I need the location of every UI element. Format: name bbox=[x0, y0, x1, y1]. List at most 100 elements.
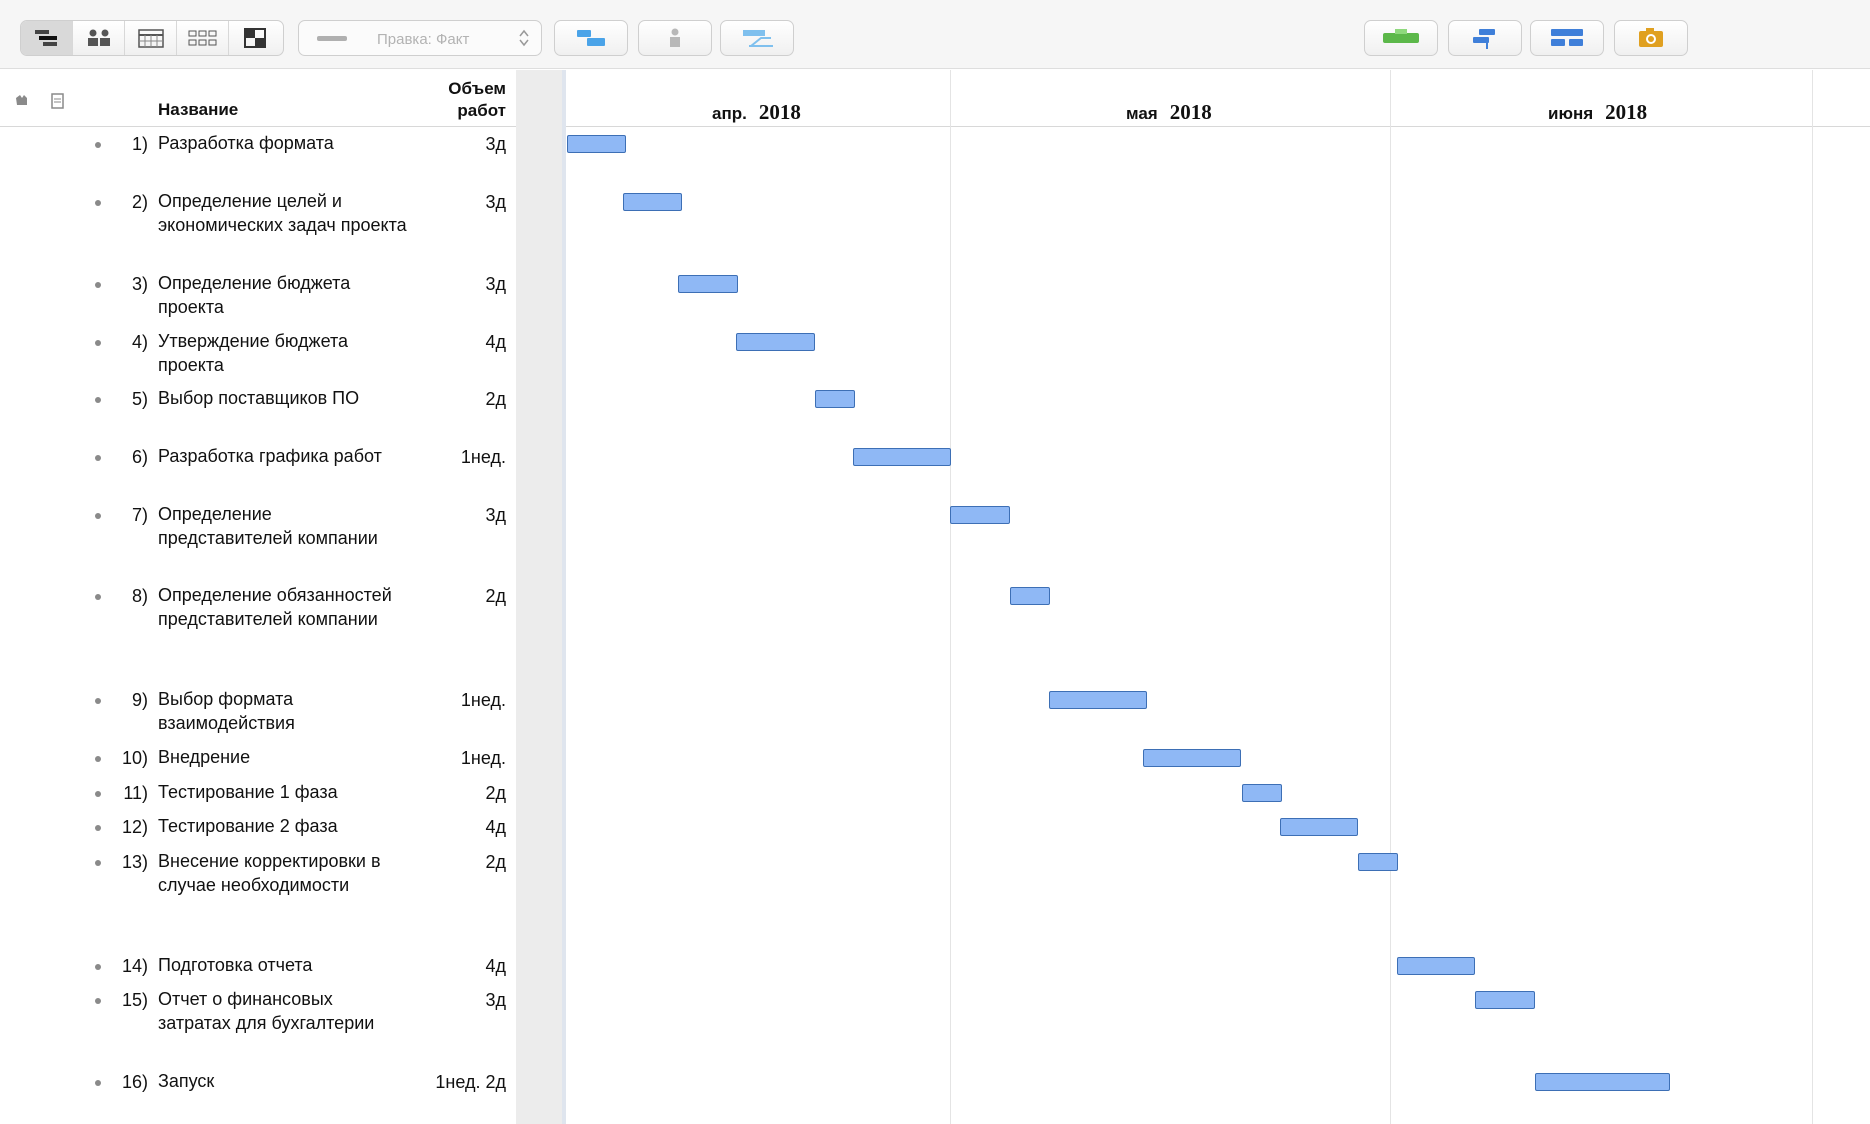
gantt-options-button[interactable] bbox=[1530, 20, 1604, 56]
split-view-icon bbox=[244, 28, 266, 48]
gantt-task-bar[interactable] bbox=[1049, 691, 1147, 709]
task-name[interactable]: Разработка графика работ bbox=[158, 445, 408, 469]
task-name[interactable]: Тестирование 1 фаза bbox=[158, 781, 408, 805]
task-work[interactable]: 4д bbox=[410, 817, 506, 838]
task-bullet bbox=[95, 513, 101, 519]
gantt-task-bar[interactable] bbox=[1010, 587, 1050, 605]
task-name[interactable]: Выбор формата взаимодействия bbox=[158, 688, 408, 735]
task-work[interactable]: 3д bbox=[410, 505, 506, 526]
baseline-button[interactable] bbox=[720, 20, 794, 56]
drag-hand-icon[interactable] bbox=[12, 92, 32, 110]
network-view-button[interactable] bbox=[177, 21, 229, 55]
timeline-month-jun: июня 2018 bbox=[1548, 100, 1647, 125]
view-mode-switcher bbox=[20, 20, 284, 56]
task-work[interactable]: 3д bbox=[410, 990, 506, 1011]
toolbar: Правка: Факт bbox=[0, 0, 1870, 69]
task-name[interactable]: Внесение корректировки в случае необходи… bbox=[158, 850, 408, 897]
month-label: апр. bbox=[712, 104, 747, 123]
baseline-selector[interactable]: Правка: Факт bbox=[298, 20, 542, 56]
column-header-work-line1[interactable]: Объем bbox=[420, 79, 506, 99]
outline-button[interactable] bbox=[1448, 20, 1522, 56]
task-name[interactable]: Отчет о финансовых затратах для бухгалте… bbox=[158, 988, 408, 1035]
task-number: 15) bbox=[121, 990, 148, 1010]
gantt-task-bar[interactable] bbox=[950, 506, 1010, 524]
gantt-view-button[interactable] bbox=[21, 21, 73, 55]
snapshot-button[interactable] bbox=[1614, 20, 1688, 56]
timeline-month-may: мая 2018 bbox=[1126, 100, 1212, 125]
splitter-gutter[interactable] bbox=[516, 70, 566, 1124]
gantt-task-bar[interactable] bbox=[678, 275, 738, 293]
split-view-button[interactable] bbox=[229, 21, 281, 55]
notes-column-icon[interactable] bbox=[50, 92, 66, 110]
assign-resource-icon bbox=[670, 28, 680, 47]
column-header-work-line2[interactable]: работ bbox=[420, 101, 506, 121]
critical-path-button[interactable] bbox=[554, 20, 628, 56]
task-work[interactable]: 3д bbox=[410, 274, 506, 295]
task-name[interactable]: Тестирование 2 фаза bbox=[158, 815, 408, 839]
task-bullet bbox=[95, 998, 101, 1004]
task-work[interactable]: 4д bbox=[410, 956, 506, 977]
task-bullet bbox=[95, 340, 101, 346]
task-work[interactable]: 4д bbox=[410, 332, 506, 353]
column-header-name[interactable]: Название bbox=[158, 100, 238, 120]
task-work[interactable]: 2д bbox=[410, 852, 506, 873]
baseline-label: Правка: Факт bbox=[377, 31, 470, 48]
task-bullet bbox=[95, 455, 101, 461]
task-name[interactable]: Определение бюджета проекта bbox=[158, 272, 408, 319]
splitter-edge bbox=[562, 70, 566, 1124]
task-bullet bbox=[95, 594, 101, 600]
month-label: июня bbox=[1548, 104, 1594, 123]
task-number: 11) bbox=[123, 783, 148, 803]
gantt-task-bar[interactable] bbox=[1242, 784, 1282, 802]
task-work[interactable]: 2д bbox=[410, 389, 506, 410]
task-bullet bbox=[95, 200, 101, 206]
new-task-icon bbox=[1383, 29, 1419, 43]
task-bullet bbox=[95, 860, 101, 866]
gantt-task-bar[interactable] bbox=[1535, 1073, 1670, 1091]
task-number: 7) bbox=[131, 505, 148, 525]
task-name[interactable]: Разработка формата bbox=[158, 132, 408, 156]
gantt-task-bar[interactable] bbox=[567, 135, 626, 153]
critical-path-icon bbox=[577, 30, 605, 46]
task-name[interactable]: Подготовка отчета bbox=[158, 954, 408, 978]
month-divider bbox=[1390, 70, 1391, 1124]
calendar-view-button[interactable] bbox=[125, 21, 177, 55]
gantt-options-icon bbox=[1551, 29, 1583, 46]
gantt-task-bar[interactable] bbox=[736, 333, 815, 351]
task-work[interactable]: 1нед. bbox=[410, 748, 506, 769]
task-number: 9) bbox=[131, 690, 148, 710]
task-name[interactable]: Выбор поставщиков ПО bbox=[158, 387, 408, 411]
gantt-task-bar[interactable] bbox=[1143, 749, 1241, 767]
task-name[interactable]: Определение представителей компании bbox=[158, 503, 408, 550]
task-bullet bbox=[95, 282, 101, 288]
task-work[interactable]: 2д bbox=[410, 783, 506, 804]
task-name[interactable]: Запуск bbox=[158, 1070, 408, 1094]
gantt-task-bar[interactable] bbox=[623, 193, 682, 211]
task-number: 13) bbox=[121, 852, 148, 872]
task-work[interactable]: 3д bbox=[410, 192, 506, 213]
task-work[interactable]: 1нед. 2д bbox=[410, 1072, 506, 1093]
baseline-bar-icon bbox=[317, 36, 347, 41]
task-bullet bbox=[95, 698, 101, 704]
task-work[interactable]: 1нед. bbox=[410, 690, 506, 711]
task-name[interactable]: Определение целей и экономических задач … bbox=[158, 190, 408, 237]
task-work[interactable]: 2д bbox=[410, 586, 506, 607]
resources-view-button[interactable] bbox=[73, 21, 125, 55]
network-view-icon bbox=[188, 30, 217, 46]
task-work[interactable]: 3д bbox=[410, 134, 506, 155]
gantt-task-bar[interactable] bbox=[853, 448, 951, 466]
task-name[interactable]: Утверждение бюджета проекта bbox=[158, 330, 408, 377]
gantt-task-bar[interactable] bbox=[1358, 853, 1398, 871]
month-label: мая bbox=[1126, 104, 1158, 123]
task-bullet bbox=[95, 142, 101, 148]
gantt-task-bar[interactable] bbox=[1280, 818, 1358, 836]
task-work[interactable]: 1нед. bbox=[410, 447, 506, 468]
task-name[interactable]: Определение обязанностей представителей … bbox=[158, 584, 408, 631]
new-task-button[interactable] bbox=[1364, 20, 1438, 56]
task-number: 12) bbox=[121, 817, 148, 837]
assign-resource-button[interactable] bbox=[638, 20, 712, 56]
task-name[interactable]: Внедрение bbox=[158, 746, 408, 770]
gantt-task-bar[interactable] bbox=[1397, 957, 1475, 975]
gantt-task-bar[interactable] bbox=[815, 390, 855, 408]
gantt-task-bar[interactable] bbox=[1475, 991, 1535, 1009]
